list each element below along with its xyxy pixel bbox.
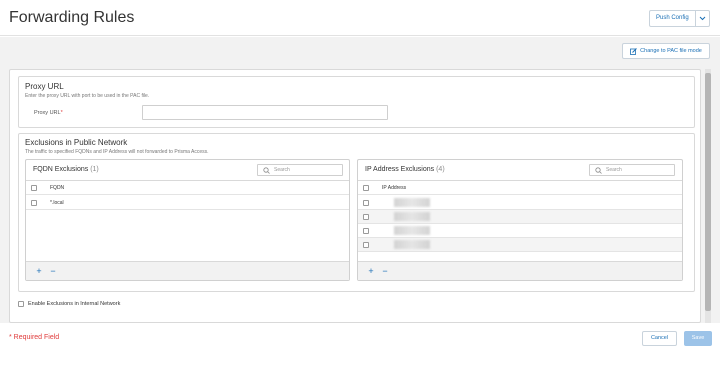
add-ip-button[interactable]: + xyxy=(366,267,376,276)
exclusions-section-description: The traffic to specified FQDNs and IP Ad… xyxy=(25,149,209,155)
fqdn-title-text: FQDN Exclusions xyxy=(33,166,89,173)
proxy-url-input[interactable] xyxy=(142,105,388,120)
cancel-button[interactable]: Cancel xyxy=(642,331,677,346)
remove-ip-button[interactable]: − xyxy=(380,267,390,276)
required-field-note: * Required Field xyxy=(9,334,60,341)
content-area: Change to PAC file mode Proxy URL Enter … xyxy=(0,37,720,323)
ip-search-input[interactable]: Search xyxy=(589,164,675,176)
fqdn-cell: *.local xyxy=(50,200,64,206)
select-all-checkbox[interactable] xyxy=(363,185,369,191)
save-button[interactable]: Save xyxy=(684,331,712,346)
fqdn-column-header: FQDN xyxy=(26,181,349,195)
row-checkbox[interactable] xyxy=(363,200,369,206)
push-config-group: Push Config xyxy=(649,10,710,27)
ip-title-text: IP Address Exclusions xyxy=(365,166,435,173)
ip-exclusions-panel: IP Address Exclusions (4) Search IP Addr… xyxy=(357,159,683,281)
row-checkbox[interactable] xyxy=(363,242,369,248)
ip-column-label: IP Address xyxy=(382,185,407,191)
ip-column-header: IP Address xyxy=(358,181,682,195)
row-checkbox[interactable] xyxy=(363,214,369,220)
fqdn-search-placeholder: Search xyxy=(274,167,290,173)
page-header: Forwarding Rules Push Config xyxy=(0,0,720,36)
remove-fqdn-button[interactable]: − xyxy=(48,267,58,276)
enable-internal-label: Enable Exclusions in Internal Network xyxy=(28,301,121,307)
chevron-down-icon[interactable] xyxy=(696,11,709,26)
exclusions-section: Exclusions in Public Network The traffic… xyxy=(18,133,695,292)
fqdn-panel-header: FQDN Exclusions (1) Search xyxy=(26,160,349,181)
table-row[interactable]: *.local xyxy=(26,196,349,210)
required-marker: * xyxy=(60,110,63,116)
proxy-section-title: Proxy URL xyxy=(25,82,64,91)
ip-search-placeholder: Search xyxy=(606,167,622,173)
edit-icon xyxy=(630,47,638,55)
ip-count: (4) xyxy=(436,166,445,173)
ip-panel-title: IP Address Exclusions (4) xyxy=(365,166,445,173)
enable-internal-exclusions[interactable]: Enable Exclusions in Internal Network xyxy=(18,301,120,307)
fqdn-column-label: FQDN xyxy=(50,185,65,191)
enable-internal-checkbox[interactable] xyxy=(18,301,24,307)
scrollbar-thumb[interactable] xyxy=(705,73,711,311)
proxy-section-description: Enter the proxy URL with port to be used… xyxy=(25,93,150,99)
exclusions-section-title: Exclusions in Public Network xyxy=(25,138,128,147)
fqdn-panel-title: FQDN Exclusions (1) xyxy=(33,166,99,173)
settings-card: Proxy URL Enter the proxy URL with port … xyxy=(9,69,701,323)
proxy-url-label: Proxy URL* xyxy=(34,110,63,116)
change-pac-mode-label: Change to PAC file mode xyxy=(640,48,702,54)
row-checkbox[interactable] xyxy=(363,228,369,234)
redacted-ip-value xyxy=(394,212,430,221)
select-all-checkbox[interactable] xyxy=(31,185,37,191)
search-icon xyxy=(595,166,602,174)
redacted-ip-value xyxy=(394,198,430,207)
redacted-ip-value xyxy=(394,240,430,249)
redacted-ip-value xyxy=(394,226,430,235)
search-icon xyxy=(263,166,270,174)
proxy-url-label-text: Proxy URL xyxy=(34,110,61,116)
fqdn-panel-footer: + − xyxy=(26,261,349,280)
fqdn-count: (1) xyxy=(90,166,99,173)
page-title: Forwarding Rules xyxy=(9,9,135,26)
ip-panel-header: IP Address Exclusions (4) Search xyxy=(358,160,682,181)
row-checkbox[interactable] xyxy=(31,200,37,206)
ip-panel-footer: + − xyxy=(358,261,682,280)
fqdn-exclusions-panel: FQDN Exclusions (1) Search FQDN *.local xyxy=(25,159,350,281)
proxy-url-section: Proxy URL Enter the proxy URL with port … xyxy=(18,76,695,128)
add-fqdn-button[interactable]: + xyxy=(34,267,44,276)
push-config-button[interactable]: Push Config xyxy=(650,11,696,26)
change-pac-mode-button[interactable]: Change to PAC file mode xyxy=(622,43,710,59)
fqdn-search-input[interactable]: Search xyxy=(257,164,343,176)
vertical-scrollbar[interactable] xyxy=(705,69,711,323)
